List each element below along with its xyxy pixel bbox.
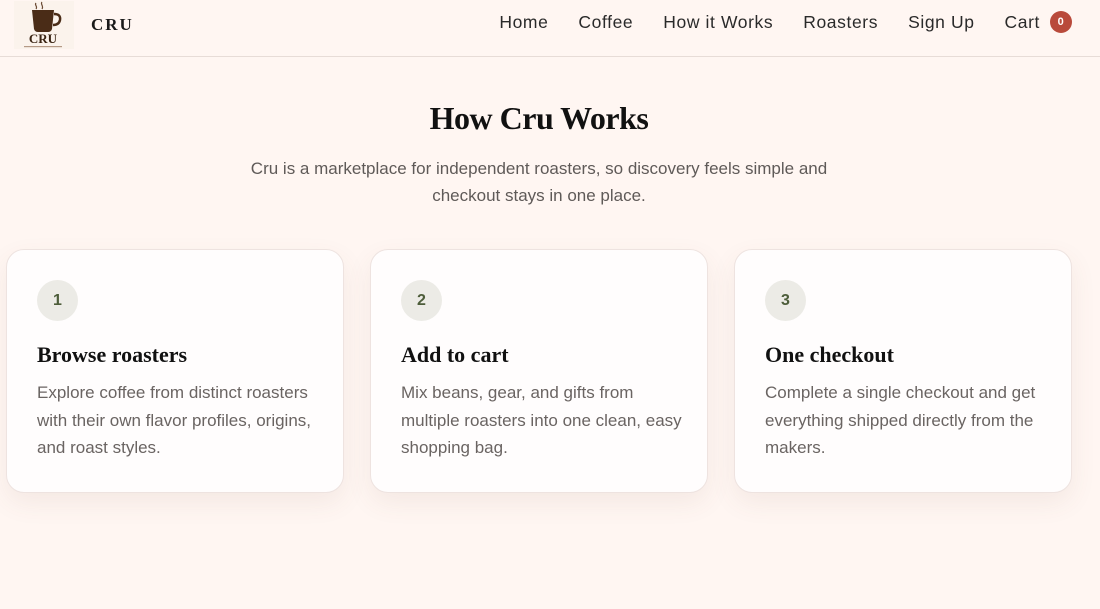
main-nav: Home Coffee How it Works Roasters Sign U… (499, 11, 1072, 33)
step-number-badge: 1 (37, 280, 78, 321)
section-subtitle: Cru is a marketplace for independent roa… (250, 159, 828, 205)
step-title: Browse roasters (37, 342, 188, 367)
nav-sign-up[interactable]: Sign Up (908, 11, 974, 33)
logo[interactable]: CRU (12, 0, 76, 50)
step-description: Mix beans, gear, and gifts from multiple… (401, 383, 682, 457)
nav-roasters[interactable]: Roasters (803, 11, 878, 33)
step-title: One checkout (765, 342, 894, 367)
nav-home[interactable]: Home (499, 11, 548, 33)
svg-text:CRU: CRU (29, 31, 58, 46)
step-description: Explore coffee from distinct roasters wi… (37, 383, 312, 457)
nav-how-it-works[interactable]: How it Works (663, 11, 773, 33)
step-card-browse: 1 Browse roasters Explore coffee from di… (6, 249, 344, 493)
nav-cart[interactable]: Cart 0 (1005, 11, 1072, 33)
steps-cards: 1 Browse roasters Explore coffee from di… (6, 249, 1072, 493)
page: CRU CRU Home Coffee How it Works Roaster… (0, 0, 1100, 609)
step-description: Complete a single checkout and get every… (765, 383, 1036, 457)
coffee-cup-logo-icon: CRU (14, 1, 74, 49)
step-number-badge: 2 (401, 280, 442, 321)
site-header: CRU CRU Home Coffee How it Works Roaster… (0, 0, 1100, 57)
step-card-add-to-cart: 2 Add to cart Mix beans, gear, and gifts… (370, 249, 708, 493)
section-title: How Cru Works (429, 100, 649, 136)
step-card-checkout: 3 One checkout Complete a single checkou… (734, 249, 1072, 493)
step-number-badge: 3 (765, 280, 806, 321)
cart-label: Cart (1004, 12, 1040, 32)
step-title: Add to cart (401, 342, 509, 367)
brand-name[interactable]: CRU (91, 15, 134, 35)
nav-coffee[interactable]: Coffee (578, 11, 633, 33)
cart-count-badge: 0 (1050, 11, 1072, 33)
